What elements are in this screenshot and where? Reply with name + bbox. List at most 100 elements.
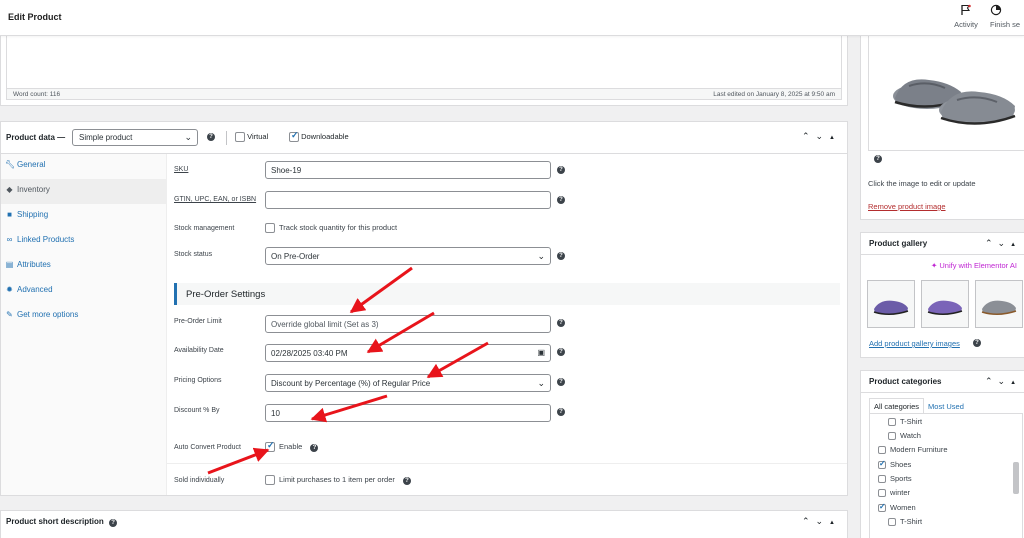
panel-controls[interactable]: ⌃⌄▲ [985, 238, 1021, 249]
collapse-triangle-icon[interactable]: ▲ [1010, 242, 1021, 248]
collapse-triangle-icon[interactable]: ▲ [829, 520, 841, 526]
product-image[interactable] [868, 36, 1024, 151]
chevron-down-icon[interactable]: ⌄ [816, 131, 830, 141]
category-checkbox[interactable] [888, 418, 896, 427]
chevron-up-icon[interactable]: ⌃ [802, 516, 816, 526]
category-item[interactable]: Watch [888, 431, 921, 441]
collapse-triangle-icon[interactable]: ▲ [829, 135, 841, 141]
category-checkbox[interactable] [878, 446, 886, 455]
tab-all-categories[interactable]: All categories [869, 398, 925, 413]
category-item[interactable]: T-Shirt [888, 517, 923, 527]
sold-individually-option[interactable]: Limit purchases to 1 item per order ? [265, 475, 411, 486]
category-item[interactable]: Shoes [878, 459, 911, 470]
activity-button[interactable]: Activity [946, 4, 986, 29]
category-item[interactable]: Sports [878, 474, 912, 484]
category-checkbox[interactable] [888, 432, 896, 441]
tab-get-more-options[interactable]: ✎ Get more options [1, 304, 166, 329]
chevron-down-icon[interactable]: ⌄ [998, 238, 1011, 248]
list-icon: ▤ [5, 260, 14, 269]
help-icon[interactable]: ? [402, 477, 411, 485]
auto-convert-checkbox[interactable] [265, 440, 275, 453]
help-icon[interactable]: ? [557, 319, 565, 327]
category-scrollbar[interactable] [1013, 462, 1019, 494]
category-label: T-Shirt [900, 517, 923, 526]
tab-most-used[interactable]: Most Used [924, 399, 968, 413]
category-checkbox[interactable] [878, 459, 886, 470]
panel-controls[interactable]: ⌃⌄▲ [802, 516, 841, 527]
category-list: T-Shirt Watch Modern Furniture Shoes Spo… [869, 413, 1023, 538]
stock-status-select[interactable]: On Pre-Order ⌄ [265, 247, 551, 265]
tab-shipping[interactable]: ■ Shipping [1, 204, 166, 229]
help-icon[interactable]: ? [557, 408, 565, 416]
category-checkbox[interactable] [888, 518, 896, 527]
tab-advanced[interactable]: ✹ Advanced [1, 279, 166, 304]
tab-attributes[interactable]: ▤ Attributes [1, 254, 166, 279]
category-item[interactable]: Women [878, 502, 916, 513]
add-gallery-images-link[interactable]: Add product gallery images [869, 339, 960, 348]
remove-product-image-link[interactable]: Remove product image [868, 202, 946, 211]
gallery-thumbnail[interactable] [975, 280, 1023, 328]
category-item[interactable]: T-Shirt [888, 417, 923, 427]
category-checkbox[interactable] [878, 475, 886, 484]
auto-convert-option[interactable]: Enable ? [265, 440, 319, 453]
gallery-thumbnail[interactable] [921, 280, 969, 328]
tab-linked-products[interactable]: ∞ Linked Products [1, 229, 166, 254]
help-icon[interactable]: ? [557, 252, 565, 260]
panel-controls[interactable]: ⌃⌄▲ [985, 376, 1021, 387]
tab-label: Get more options [17, 310, 79, 319]
category-checkbox[interactable] [878, 502, 886, 513]
pricing-options-select[interactable]: Discount by Percentage (%) of Regular Pr… [265, 374, 551, 392]
panel-controls[interactable]: ⌃⌄▲ [802, 131, 841, 142]
stock-management-checkbox[interactable] [265, 223, 275, 234]
category-item[interactable]: Modern Furniture [878, 445, 948, 455]
sold-individually-text: Limit purchases to 1 item per order [279, 475, 395, 484]
help-icon[interactable]: ? [207, 133, 215, 141]
preorder-limit-input[interactable]: Override global limit (Set as 3) [265, 315, 551, 333]
chevron-down-icon[interactable]: ⌄ [998, 376, 1011, 386]
editor-textarea[interactable] [6, 36, 842, 89]
chevron-up-icon[interactable]: ⌃ [985, 238, 998, 248]
availability-date-input[interactable]: 02/28/2025 03:40 PM ▣ [265, 344, 551, 362]
tab-inventory[interactable]: ◆ Inventory [1, 179, 166, 204]
product-data-label: Product data — [6, 133, 66, 142]
chevron-down-icon: ⌄ [184, 132, 192, 142]
virtual-option[interactable]: Virtual [235, 132, 268, 143]
sold-individually-checkbox[interactable] [265, 475, 275, 486]
gallery-thumbnail[interactable] [867, 280, 915, 328]
sku-input[interactable]: Shoe-19 [265, 161, 551, 179]
chevron-up-icon[interactable]: ⌃ [802, 131, 816, 141]
virtual-checkbox[interactable] [235, 132, 245, 143]
product-gallery-box: Product gallery ⌃⌄▲ ✦ Unify with Element… [860, 232, 1024, 358]
discount-input[interactable]: 10 [265, 404, 551, 422]
downloadable-checkbox[interactable] [289, 130, 299, 143]
preorder-limit-label: Pre-Order Limit [174, 318, 222, 325]
help-icon[interactable]: ? [557, 196, 565, 204]
collapse-triangle-icon[interactable]: ▲ [1010, 380, 1021, 386]
help-icon[interactable]: ? [973, 339, 981, 347]
chevron-down-icon[interactable]: ⌄ [816, 516, 830, 526]
help-icon[interactable]: ? [557, 166, 565, 174]
category-label: T-Shirt [900, 417, 923, 426]
product-image-box: ? Click the image to edit or update Remo… [860, 36, 1024, 220]
shoe-thumb-image [981, 300, 1017, 315]
help-icon[interactable]: ? [557, 378, 565, 386]
chevron-up-icon[interactable]: ⌃ [985, 376, 998, 386]
downloadable-option[interactable]: Downloadable [289, 130, 349, 143]
stock-management-option[interactable]: Track stock quantity for this product [265, 223, 397, 234]
tab-general[interactable]: 🔧︎ General [1, 154, 166, 179]
calendar-icon[interactable]: ▣ [537, 348, 545, 357]
gtin-input[interactable] [265, 191, 551, 209]
product-type-select[interactable]: Simple product ⌄ [72, 129, 198, 146]
finish-setup-button[interactable]: Finish se [990, 4, 1024, 29]
category-label: Sports [890, 474, 912, 483]
help-icon[interactable]: ? [874, 155, 882, 163]
preorder-limit-placeholder: Override global limit (Set as 3) [271, 320, 379, 329]
elementor-ai-link[interactable]: ✦ Unify with Elementor AI [931, 261, 1017, 270]
divider [226, 131, 227, 145]
help-icon[interactable]: ? [310, 444, 319, 452]
help-icon[interactable]: ? [109, 519, 118, 527]
category-item[interactable]: winter [878, 488, 910, 498]
category-checkbox[interactable] [878, 489, 886, 498]
discount-label: Discount % By [174, 407, 220, 414]
help-icon[interactable]: ? [557, 348, 565, 356]
